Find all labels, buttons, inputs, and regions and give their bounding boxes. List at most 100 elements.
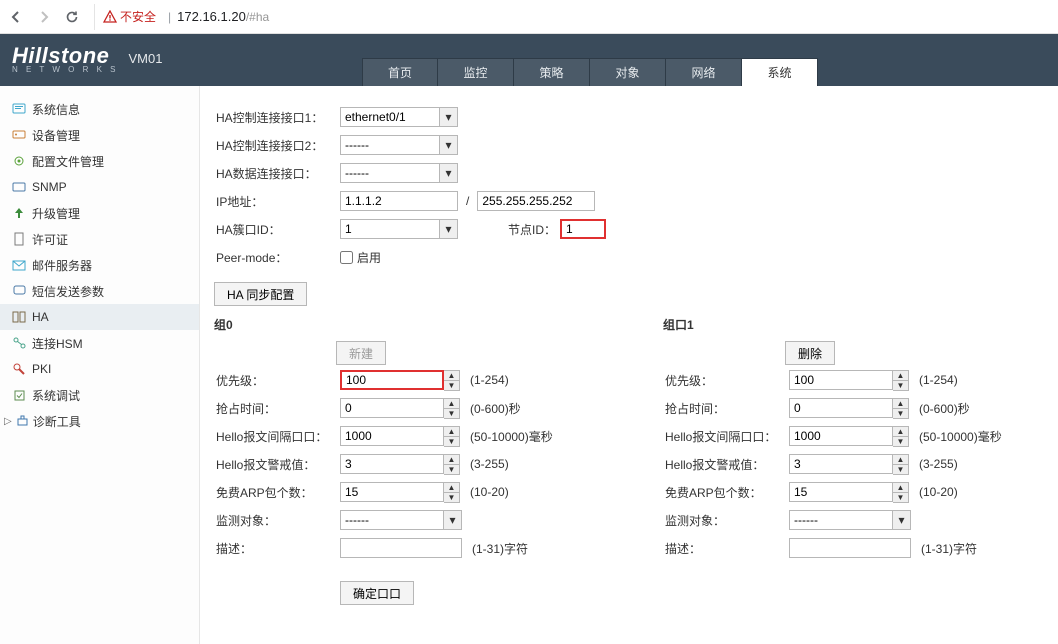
chevron-down-icon[interactable]: ▾ — [444, 510, 462, 530]
label-hello-int: Hello报文间隔口口： — [659, 428, 789, 445]
select-ctrl2[interactable]: ▾ — [340, 135, 458, 155]
delete-button[interactable]: 删除 — [785, 341, 835, 365]
sidebar-item-pki[interactable]: PKI — [0, 356, 199, 382]
sidebar-item-snmp[interactable]: SNMP — [0, 174, 199, 200]
select-data-value[interactable] — [340, 163, 440, 183]
new-button[interactable]: 新建 — [336, 341, 386, 365]
sidebar-item-sysinfo[interactable]: 系统信息 — [0, 96, 199, 122]
sidebar-item-hsm[interactable]: 连接HSM — [0, 330, 199, 356]
nav-back-icon[interactable] — [6, 7, 26, 27]
chevron-down-icon[interactable]: ▾ — [440, 135, 458, 155]
input-preempt-g0[interactable] — [340, 398, 444, 418]
select-ctrl1-value[interactable] — [340, 107, 440, 127]
spinner-hello-int-g0[interactable]: ▲▼ — [444, 426, 460, 447]
chevron-down-icon[interactable]: ▾ — [440, 107, 458, 127]
spinner-priority-g0[interactable]: ▲▼ — [444, 370, 460, 391]
url-bar[interactable]: 不安全 | 172.16.1.20/#ha — [94, 4, 277, 30]
input-priority-g1[interactable] — [789, 370, 893, 390]
spinner-arp-g0[interactable]: ▲▼ — [444, 482, 460, 503]
input-mask[interactable] — [477, 191, 595, 211]
sidebar-item-label: 许可证 — [32, 231, 68, 248]
chevron-down-icon[interactable]: ▾ — [440, 163, 458, 183]
sidebar-item-upgrade[interactable]: 升级管理 — [0, 200, 199, 226]
select-monitor-g0-value[interactable] — [340, 510, 444, 530]
slash: / — [466, 194, 469, 208]
sidebar-item-label: 系统信息 — [32, 101, 80, 118]
select-ctrl1[interactable]: ▾ — [340, 107, 458, 127]
checkbox-peer-enable[interactable] — [340, 251, 353, 264]
tab-object[interactable]: 对象 — [590, 58, 666, 86]
sidebar-item-label: 邮件服务器 — [32, 257, 92, 274]
label-data: HA数据连接接口： — [210, 165, 340, 182]
label-ctrl1: HA控制连接接口1： — [210, 109, 340, 126]
label-hello-thr: Hello报文警戒值： — [210, 456, 340, 473]
label-desc: 描述： — [210, 540, 340, 557]
input-desc-g0[interactable] — [340, 538, 462, 558]
spinner-hello-thr-g0[interactable]: ▲▼ — [444, 454, 460, 475]
range-priority: (1-254) — [470, 373, 509, 387]
sidebar-item-label: 诊断工具 — [33, 413, 81, 430]
select-cluster[interactable]: ▾ — [340, 219, 458, 239]
warning-icon — [103, 10, 117, 24]
spinner-preempt-g0[interactable]: ▲▼ — [444, 398, 460, 419]
chevron-down-icon[interactable]: ▾ — [893, 510, 911, 530]
sync-config-button[interactable]: HA 同步配置 — [214, 282, 307, 306]
range-hello-int: (50-10000)毫秒 — [919, 428, 1002, 445]
select-ctrl2-value[interactable] — [340, 135, 440, 155]
sidebar-item-label: 短信发送参数 — [32, 283, 104, 300]
input-priority-g0[interactable] — [340, 370, 444, 390]
input-ip[interactable] — [340, 191, 458, 211]
sidebar-item-license[interactable]: 许可证 — [0, 226, 199, 252]
label-hello-thr: Hello报文警戒值： — [659, 456, 789, 473]
browser-chrome: 不安全 | 172.16.1.20/#ha — [0, 0, 1058, 34]
sidebar-item-debug[interactable]: 系统调试 — [0, 382, 199, 408]
input-hello-thr-g1[interactable] — [789, 454, 893, 474]
tab-network[interactable]: 网络 — [666, 58, 742, 86]
group1: 组口1 删除 优先级： ▲▼ (1-254) 抢占时间： ▲▼ — [659, 314, 1048, 563]
select-cluster-value[interactable] — [340, 219, 440, 239]
spinner-preempt-g1[interactable]: ▲▼ — [893, 398, 909, 419]
select-monitor-g1[interactable]: ▾ — [789, 510, 911, 530]
sidebar-item-ha[interactable]: HA — [0, 304, 199, 330]
tab-home[interactable]: 首页 — [362, 58, 438, 86]
input-desc-g1[interactable] — [789, 538, 911, 558]
select-monitor-g1-value[interactable] — [789, 510, 893, 530]
input-hello-thr-g0[interactable] — [340, 454, 444, 474]
label-arp: 免费ARP包个数： — [210, 484, 340, 501]
sidebar-item-label: 配置文件管理 — [32, 153, 104, 170]
range-hello-thr: (3-255) — [470, 457, 509, 471]
spinner-hello-thr-g1[interactable]: ▲▼ — [893, 454, 909, 475]
sidebar-item-device[interactable]: 设备管理 — [0, 122, 199, 148]
license-icon — [12, 232, 26, 246]
tab-system[interactable]: 系统 — [742, 58, 818, 86]
input-arp-g0[interactable] — [340, 482, 444, 502]
sidebar-item-mail[interactable]: 邮件服务器 — [0, 252, 199, 278]
sidebar-item-diagnostics[interactable]: ▷ 诊断工具 — [0, 408, 199, 434]
label-priority: 优先级： — [210, 372, 340, 389]
input-preempt-g1[interactable] — [789, 398, 893, 418]
input-hello-int-g0[interactable] — [340, 426, 444, 446]
nav-forward-icon[interactable] — [34, 7, 54, 27]
spinner-hello-int-g1[interactable]: ▲▼ — [893, 426, 909, 447]
chevron-down-icon[interactable]: ▾ — [440, 219, 458, 239]
select-monitor-g0[interactable]: ▾ — [340, 510, 462, 530]
insecure-warning: 不安全 — [103, 8, 156, 25]
label-ctrl2: HA控制连接接口2： — [210, 137, 340, 154]
nav-reload-icon[interactable] — [62, 7, 82, 27]
input-hello-int-g1[interactable] — [789, 426, 893, 446]
spinner-arp-g1[interactable]: ▲▼ — [893, 482, 909, 503]
tab-monitor[interactable]: 监控 — [438, 58, 514, 86]
range-hello-int: (50-10000)毫秒 — [470, 428, 553, 445]
sidebar-item-sms[interactable]: 短信发送参数 — [0, 278, 199, 304]
select-data[interactable]: ▾ — [340, 163, 458, 183]
sms-icon — [12, 284, 26, 298]
confirm-button[interactable]: 确定口口 — [340, 581, 414, 605]
app-header: Hillstone N E T W O R K S VM01 首页 监控 策略 … — [0, 34, 1058, 86]
tab-policy[interactable]: 策略 — [514, 58, 590, 86]
input-arp-g1[interactable] — [789, 482, 893, 502]
sidebar-item-config[interactable]: 配置文件管理 — [0, 148, 199, 174]
input-node[interactable] — [560, 219, 606, 239]
sidebar-item-label: SNMP — [32, 180, 67, 194]
spinner-priority-g1[interactable]: ▲▼ — [893, 370, 909, 391]
brand-sub: N E T W O R K S — [12, 65, 119, 74]
